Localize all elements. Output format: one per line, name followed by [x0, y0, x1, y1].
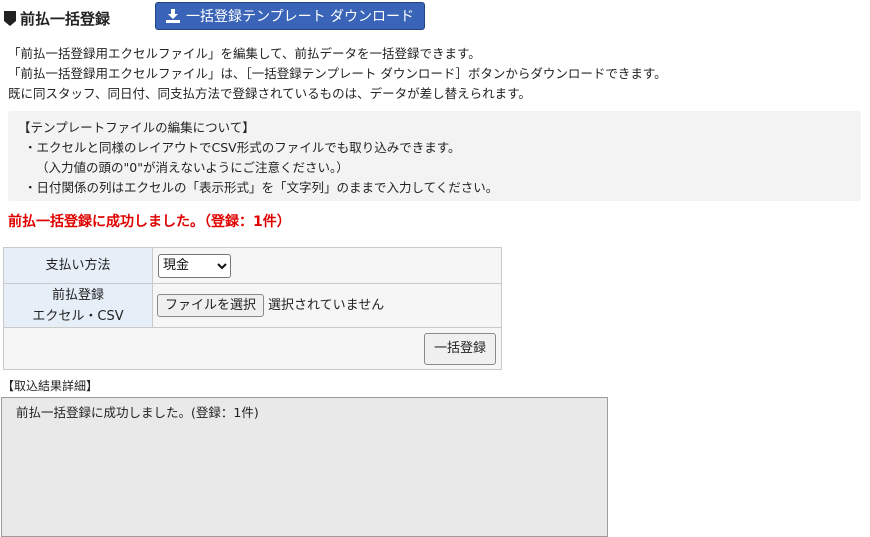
page-header: 前払一括登録 一括登録テンプレート ダウンロード [4, 2, 864, 32]
download-icon [165, 9, 180, 23]
template-download-button[interactable]: 一括登録テンプレート ダウンロード [155, 2, 425, 30]
intro-text: 「前払一括登録用エクセルファイル」を編集して、前払データを一括登録できます。 「… [8, 44, 667, 104]
success-message: 前払一括登録に成功しました。（登録：1件） [8, 214, 291, 230]
file-cell: ファイルを選択 選択されていません [152, 283, 502, 328]
intro-line: 「前払一括登録用エクセルファイル」を編集して、前払データを一括登録できます。 [8, 46, 481, 61]
note-line: （入力値の頭の"0"が消えないようにご注意ください。） [36, 160, 349, 175]
template-download-label: 一括登録テンプレート ダウンロード [185, 9, 415, 25]
result-detail-textarea[interactable]: 前払一括登録に成功しました。(登録：1件) [1, 397, 608, 537]
payment-method-cell: 現金 [152, 247, 502, 284]
note-line: ・日付関係の列はエクセルの「表示形式」を「文字列」のままで入力してください。 [24, 180, 499, 195]
payment-method-label: 支払い方法 [3, 247, 153, 284]
submit-cell: 一括登録 [3, 327, 502, 370]
note-line: ・エクセルと同様のレイアウトでCSV形式のファイルでも取り込みできます。 [24, 140, 461, 155]
choose-file-button[interactable]: ファイルを選択 [157, 294, 265, 317]
intro-line: 既に同スタッフ、同日付、同支払方法で登録されているものは、データが差し替えられま… [8, 86, 531, 101]
file-label: 前払登録 エクセル・CSV [3, 283, 153, 328]
note-heading: 【テンプレートファイルの編集について】 [18, 120, 255, 135]
title-group: 前払一括登録 [4, 8, 110, 29]
file-label-line: 前払登録 [51, 287, 104, 303]
bulk-register-button[interactable]: 一括登録 [423, 332, 496, 365]
file-status-text: 選択されていません [268, 298, 385, 313]
page-title: 前払一括登録 [20, 10, 111, 28]
result-detail-text: 前払一括登録に成功しました。(登録：1件) [16, 405, 259, 420]
result-detail-label: 【取込結果詳細】 [2, 379, 99, 393]
template-note-box: 【テンプレートファイルの編集について】 ・エクセルと同様のレイアウトでCSV形式… [8, 111, 861, 201]
import-form: 支払い方法 現金 前払登録 エクセル・CSV ファイルを選択 選択されていません … [3, 247, 502, 370]
file-label-line: エクセル・CSV [32, 308, 124, 324]
payment-method-select[interactable]: 現金 [158, 253, 231, 278]
intro-line: 「前払一括登録用エクセルファイル」は、［一括登録テンプレート ダウンロード］ボタ… [8, 66, 667, 81]
shield-icon [4, 11, 16, 26]
